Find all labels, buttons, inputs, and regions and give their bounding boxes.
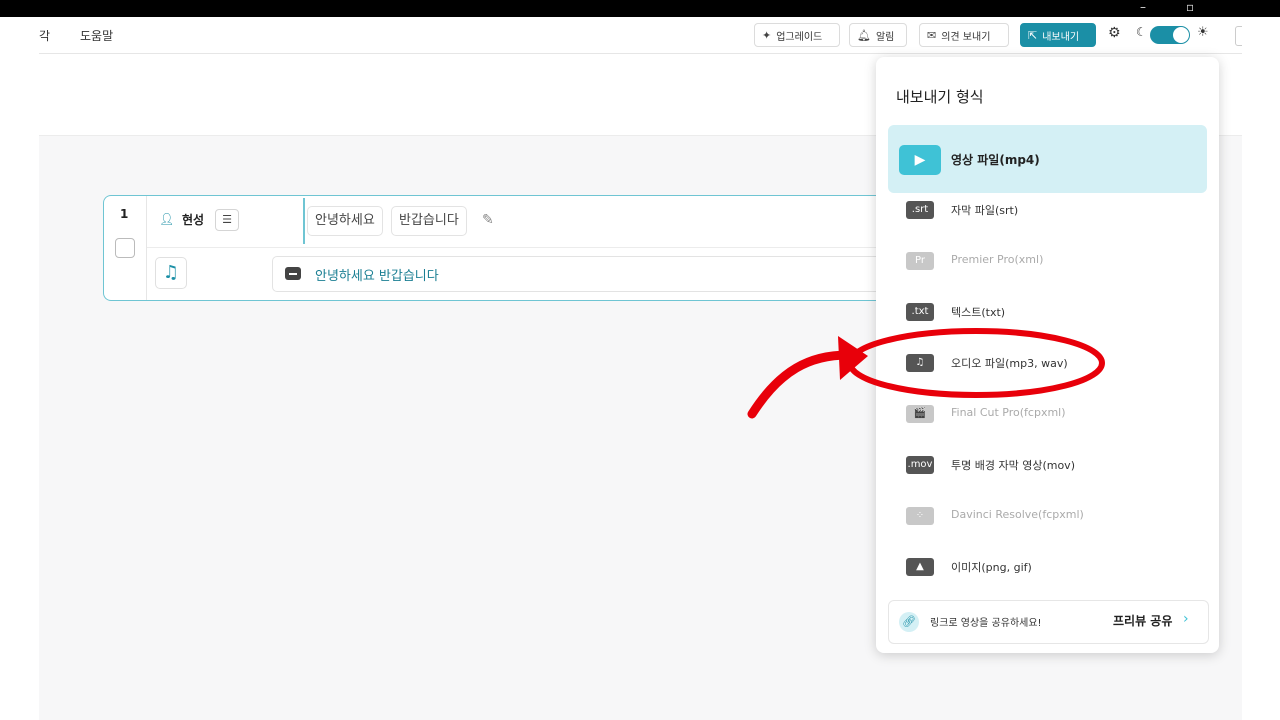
export-menu-title: 내보내기 형식 <box>896 88 984 106</box>
export-option-mp4[interactable]: ▶ 영상 파일(mp4) <box>888 125 1207 193</box>
edit-pencil-icon[interactable]: ✎ <box>482 212 494 228</box>
txt-icon: .txt <box>906 303 934 321</box>
export-format-menu: 내보내기 형식 ▶ 영상 파일(mp4) .srt 자막 파일(srt) Pr … <box>876 57 1219 653</box>
gear-icon[interactable]: ⚙ <box>1108 25 1121 41</box>
window-titlebar: – ▫ <box>0 0 1280 17</box>
export-option-label: 텍스트(txt) <box>951 306 1006 319</box>
export-label: 내보내기 <box>1042 31 1080 43</box>
upgrade-button[interactable]: ✦ 업그레이드 <box>754 23 840 47</box>
mov-icon: .mov <box>906 456 934 474</box>
feedback-button[interactable]: ✉ 의견 보내기 <box>919 23 1009 47</box>
clip-checkbox[interactable] <box>115 238 135 258</box>
sparkle-icon: ✦ <box>762 28 772 42</box>
export-option-image[interactable]: ▲ 이미지(png, gif) <box>888 545 1207 589</box>
export-button[interactable]: ⇱ 내보내기 <box>1020 23 1096 47</box>
link-icon: 🔗︎ <box>899 612 919 632</box>
speaker-icon: 👤︎ <box>159 212 175 226</box>
premiere-icon: Pr <box>906 252 934 270</box>
export-option-mov[interactable]: .mov 투명 배경 자막 영상(mov) <box>888 443 1207 487</box>
mail-icon: ✉ <box>927 28 937 42</box>
preview-share-row[interactable]: 🔗︎ 링크로 영상을 공유하세요! 프리뷰 공유 › <box>888 600 1209 644</box>
chevron-right-icon: › <box>1183 611 1189 627</box>
preview-share-button[interactable]: 프리뷰 공유 <box>1113 612 1172 629</box>
clip-number: 1 <box>120 207 129 221</box>
speaker-options-button[interactable]: ☰ <box>215 209 239 231</box>
subtitle-icon <box>285 267 301 280</box>
subtitle-text: 안녕하세요 반갑습니다 <box>315 269 439 284</box>
export-option-txt[interactable]: .txt 텍스트(txt) <box>888 290 1207 334</box>
export-option-premiere: Pr Premier Pro(xml) <box>888 239 1207 283</box>
export-option-label: 자막 파일(srt) <box>951 204 1019 217</box>
export-option-audio[interactable]: ♫ 오디오 파일(mp3, wav) <box>888 341 1207 385</box>
export-option-label: 영상 파일(mp4) <box>951 153 1040 167</box>
minimize-button[interactable]: – <box>1140 0 1146 17</box>
moon-icon: ☾ <box>1136 25 1147 39</box>
play-icon: ▶ <box>899 145 941 175</box>
menubar: 각 도움말 ✦ 업그레이드 🔔︎ 알림 ✉ 의견 보내기 ⇱ 내보내기 ⚙ ☾ … <box>39 17 1242 54</box>
upgrade-label: 업그레이드 <box>776 31 823 43</box>
bell-icon: 🔔︎ <box>857 28 871 42</box>
theme-toggle[interactable] <box>1150 26 1190 44</box>
davinci-icon: ⁘ <box>906 507 934 525</box>
export-option-label: Premier Pro(xml) <box>951 253 1044 266</box>
export-option-label: Davinci Resolve(fcpxml) <box>951 508 1084 521</box>
toggle-knob <box>1173 27 1189 43</box>
word-chip[interactable]: 안녕하세요 <box>307 206 383 236</box>
menu-item-help[interactable]: 도움말 <box>80 27 113 44</box>
export-option-label: 오디오 파일(mp3, wav) <box>951 357 1068 370</box>
clip-card[interactable]: 1 👤︎ 현성 ☰ 안녕하세요 반갑습니다 ✎ ♫ 안녕하세요 반갑습니다 <box>103 195 913 301</box>
srt-icon: .srt <box>906 201 934 219</box>
text-cursor <box>303 198 305 244</box>
divider <box>147 247 904 248</box>
export-option-davinci: ⁘ Davinci Resolve(fcpxml) <box>888 494 1207 538</box>
export-option-srt[interactable]: .srt 자막 파일(srt) <box>888 188 1207 232</box>
music-note-icon: ♫ <box>906 354 934 372</box>
word-chip[interactable]: 반갑습니다 <box>391 206 467 236</box>
divider <box>146 196 147 300</box>
export-option-label: 투명 배경 자막 영상(mov) <box>951 459 1075 472</box>
image-icon: ▲ <box>906 558 934 576</box>
clapperboard-icon: 🎬 <box>906 405 934 423</box>
menu-item-partial[interactable]: 각 <box>39 27 50 44</box>
export-option-label: 이미지(png, gif) <box>951 561 1032 574</box>
speaker-name[interactable]: 현성 <box>182 211 204 228</box>
sun-icon: ☀ <box>1197 25 1209 40</box>
truncated-control[interactable] <box>1235 26 1242 46</box>
feedback-label: 의견 보내기 <box>941 31 991 43</box>
notification-button[interactable]: 🔔︎ 알림 <box>849 23 907 47</box>
export-option-label: Final Cut Pro(fcpxml) <box>951 406 1066 419</box>
notification-label: 알림 <box>875 31 895 43</box>
export-icon: ⇱ <box>1028 28 1038 42</box>
share-prompt: 링크로 영상을 공유하세요! <box>930 618 1042 629</box>
restore-button[interactable]: ▫ <box>1186 0 1194 17</box>
export-option-finalcut: 🎬 Final Cut Pro(fcpxml) <box>888 392 1207 436</box>
subtitle-line[interactable]: 안녕하세요 반갑습니다 <box>272 256 913 292</box>
music-note-icon[interactable]: ♫ <box>155 257 187 289</box>
